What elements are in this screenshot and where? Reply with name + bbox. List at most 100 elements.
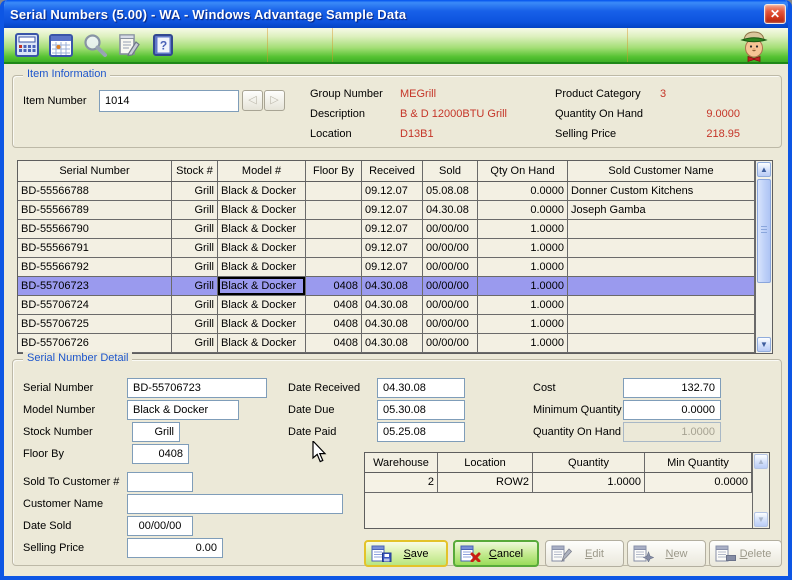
table-cell[interactable]: [568, 315, 755, 333]
table-row[interactable]: BD-55566790 Grill Black & Docker 09.12.07 00…: [18, 220, 755, 239]
date-sold-input[interactable]: [127, 516, 193, 536]
date-paid-input[interactable]: [377, 422, 465, 442]
table-cell[interactable]: [306, 201, 362, 219]
table-cell[interactable]: 09.12.07: [362, 258, 423, 276]
table-cell[interactable]: [306, 182, 362, 200]
table-row[interactable]: BD-55566791 Grill Black & Docker 09.12.07 00…: [18, 239, 755, 258]
table-cell[interactable]: 00/00/00: [423, 277, 478, 295]
calculator-icon[interactable]: [14, 32, 40, 58]
table-cell[interactable]: 0.0000: [478, 182, 568, 200]
minimum-quantity-input[interactable]: [623, 400, 721, 420]
table-cell[interactable]: [306, 258, 362, 276]
table-cell[interactable]: Grill: [172, 296, 218, 314]
table-cell[interactable]: 09.12.07: [362, 182, 423, 200]
column-header[interactable]: Floor By: [306, 161, 362, 181]
delete-button[interactable]: Delete: [709, 540, 782, 567]
notes-icon[interactable]: [116, 32, 142, 58]
sold-to-customer-input[interactable]: [127, 472, 193, 492]
table-cell[interactable]: Black & Docker: [218, 201, 306, 219]
column-header[interactable]: Qty On Hand: [478, 161, 568, 181]
table-cell[interactable]: BD-55706723: [18, 277, 172, 295]
table-cell[interactable]: 04.30.08: [362, 277, 423, 295]
table-cell[interactable]: 1.0000: [478, 220, 568, 238]
table-cell[interactable]: 09.12.07: [362, 220, 423, 238]
table-cell[interactable]: 0408: [306, 334, 362, 352]
table-cell[interactable]: Grill: [172, 239, 218, 257]
table-cell[interactable]: ROW2: [438, 473, 533, 492]
table-cell[interactable]: 1.0000: [478, 296, 568, 314]
column-header[interactable]: Received: [362, 161, 423, 181]
table-cell[interactable]: 09.12.07: [362, 239, 423, 257]
table-cell[interactable]: Grill: [172, 334, 218, 352]
column-header[interactable]: Sold: [423, 161, 478, 181]
next-record-button[interactable]: ▷: [264, 90, 285, 111]
column-header[interactable]: Model #: [218, 161, 306, 181]
table-cell[interactable]: 00/00/00: [423, 239, 478, 257]
scroll-down-button[interactable]: ▼: [757, 337, 771, 352]
date-due-input[interactable]: [377, 400, 465, 420]
table-cell[interactable]: Grill: [172, 182, 218, 200]
serial-table-scrollbar[interactable]: ▲ ▼: [755, 161, 772, 353]
table-cell[interactable]: 0408: [306, 296, 362, 314]
close-button[interactable]: ✕: [764, 4, 786, 24]
detail-selling-price-input[interactable]: [127, 538, 223, 558]
customer-name-input[interactable]: [127, 494, 343, 514]
table-cell[interactable]: 04.30.08: [362, 334, 423, 352]
table-cell[interactable]: Black & Docker: [218, 220, 306, 238]
table-cell[interactable]: Black & Docker: [218, 315, 306, 333]
table-cell[interactable]: 0408: [306, 315, 362, 333]
new-button[interactable]: New: [627, 540, 706, 567]
column-header[interactable]: Location: [438, 453, 533, 472]
table-cell[interactable]: BD-55706724: [18, 296, 172, 314]
table-cell[interactable]: BD-55566789: [18, 201, 172, 219]
date-received-input[interactable]: [377, 378, 465, 398]
table-cell[interactable]: Black & Docker: [218, 239, 306, 257]
table-cell[interactable]: 1.0000: [478, 239, 568, 257]
cost-input[interactable]: [623, 378, 721, 398]
table-cell[interactable]: Black & Docker: [218, 258, 306, 276]
floor-by-input[interactable]: [132, 444, 189, 464]
table-cell[interactable]: [568, 258, 755, 276]
column-header[interactable]: Warehouse: [365, 453, 438, 472]
table-cell[interactable]: 1.0000: [533, 473, 645, 492]
warehouse-scroll-down-button[interactable]: ▼: [754, 512, 768, 527]
table-cell[interactable]: BD-55566790: [18, 220, 172, 238]
column-header[interactable]: Sold Customer Name: [568, 161, 755, 181]
table-row[interactable]: 2 ROW2 1.0000 0.0000: [365, 473, 752, 493]
table-cell[interactable]: Grill: [172, 277, 218, 295]
warehouse-scrollbar[interactable]: ▲ ▼: [752, 453, 769, 528]
table-cell[interactable]: 04.30.08: [362, 296, 423, 314]
table-cell[interactable]: BD-55566791: [18, 239, 172, 257]
column-header[interactable]: Stock #: [172, 161, 218, 181]
table-cell[interactable]: [568, 220, 755, 238]
item-number-input[interactable]: [99, 90, 239, 112]
stock-number-input[interactable]: [132, 422, 180, 442]
table-cell[interactable]: 2: [365, 473, 438, 492]
table-cell[interactable]: [568, 277, 755, 295]
table-cell[interactable]: Black & Docker: [218, 296, 306, 314]
table-cell[interactable]: 1.0000: [478, 315, 568, 333]
column-header[interactable]: Min Quantity: [645, 453, 752, 472]
table-cell[interactable]: [568, 239, 755, 257]
table-cell[interactable]: [306, 239, 362, 257]
column-header[interactable]: Serial Number: [18, 161, 172, 181]
table-cell[interactable]: 04.30.08: [423, 201, 478, 219]
table-cell[interactable]: 09.12.07: [362, 201, 423, 219]
warehouse-scroll-up-button[interactable]: ▲: [754, 454, 768, 469]
table-cell[interactable]: 04.30.08: [362, 315, 423, 333]
table-cell[interactable]: 1.0000: [478, 334, 568, 352]
calendar-icon[interactable]: [48, 32, 74, 58]
table-row[interactable]: BD-55566789 Grill Black & Docker 09.12.07 04…: [18, 201, 755, 220]
table-cell[interactable]: 0408: [306, 277, 362, 295]
table-row[interactable]: BD-55566788 Grill Black & Docker 09.12.07 05…: [18, 182, 755, 201]
table-row[interactable]: BD-55706725 Grill Black & Docker 0408 04.30.…: [18, 315, 755, 334]
table-row[interactable]: BD-55706724 Grill Black & Docker 0408 04.30.…: [18, 296, 755, 315]
table-cell[interactable]: Grill: [172, 201, 218, 219]
table-cell[interactable]: 1.0000: [478, 258, 568, 276]
serial-number-input[interactable]: [127, 378, 267, 398]
cancel-button[interactable]: Cancel: [453, 540, 539, 567]
table-row[interactable]: BD-55706726 Grill Black & Docker 0408 04.30.…: [18, 334, 755, 353]
table-cell[interactable]: 00/00/00: [423, 315, 478, 333]
table-cell[interactable]: [568, 334, 755, 352]
table-cell[interactable]: BD-55566792: [18, 258, 172, 276]
